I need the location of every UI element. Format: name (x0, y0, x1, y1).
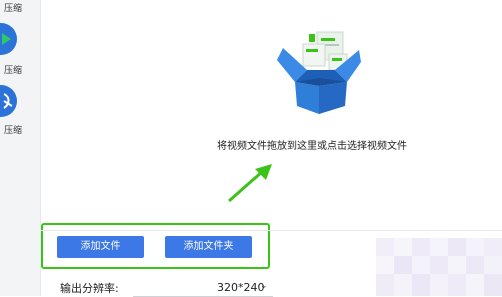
add-file-button[interactable]: 添加文件 (57, 236, 144, 258)
sidebar-item-label: 压缩 (4, 4, 23, 14)
divider (41, 230, 502, 231)
resolution-value: 320*240 (217, 281, 265, 294)
resolution-label: 输出分辨率: (60, 282, 119, 295)
main-area: 将视频文件拖放到这里或点击选择视频文件 添加文件 添加文件夹 输出分辨率: 32… (41, 0, 502, 297)
resolution-select[interactable]: 320*240 ⌄ (133, 281, 273, 297)
sidebar-item-pdf-compress[interactable]: 压缩 (0, 80, 40, 138)
mosaic-preview (376, 238, 502, 296)
sidebar-item-video-compress[interactable]: 压缩 (0, 20, 40, 78)
sidebar-item-label: 压缩 (4, 126, 23, 136)
chevron-down-icon: ⌄ (260, 281, 268, 291)
drop-instruction[interactable]: 将视频文件拖放到这里或点击选择视频文件 (217, 137, 407, 152)
pdf-compress-icon (0, 84, 20, 118)
add-folder-button[interactable]: 添加文件夹 (165, 236, 252, 258)
video-compress-icon (0, 22, 20, 56)
open-box-icon[interactable] (277, 26, 361, 116)
arrow-icon (228, 164, 272, 203)
sidebar: 压缩 压缩 压缩 (0, 0, 41, 296)
sidebar-item-compress-top[interactable]: 压缩 (0, 0, 40, 20)
sidebar-item-label: 压缩 (4, 66, 23, 76)
